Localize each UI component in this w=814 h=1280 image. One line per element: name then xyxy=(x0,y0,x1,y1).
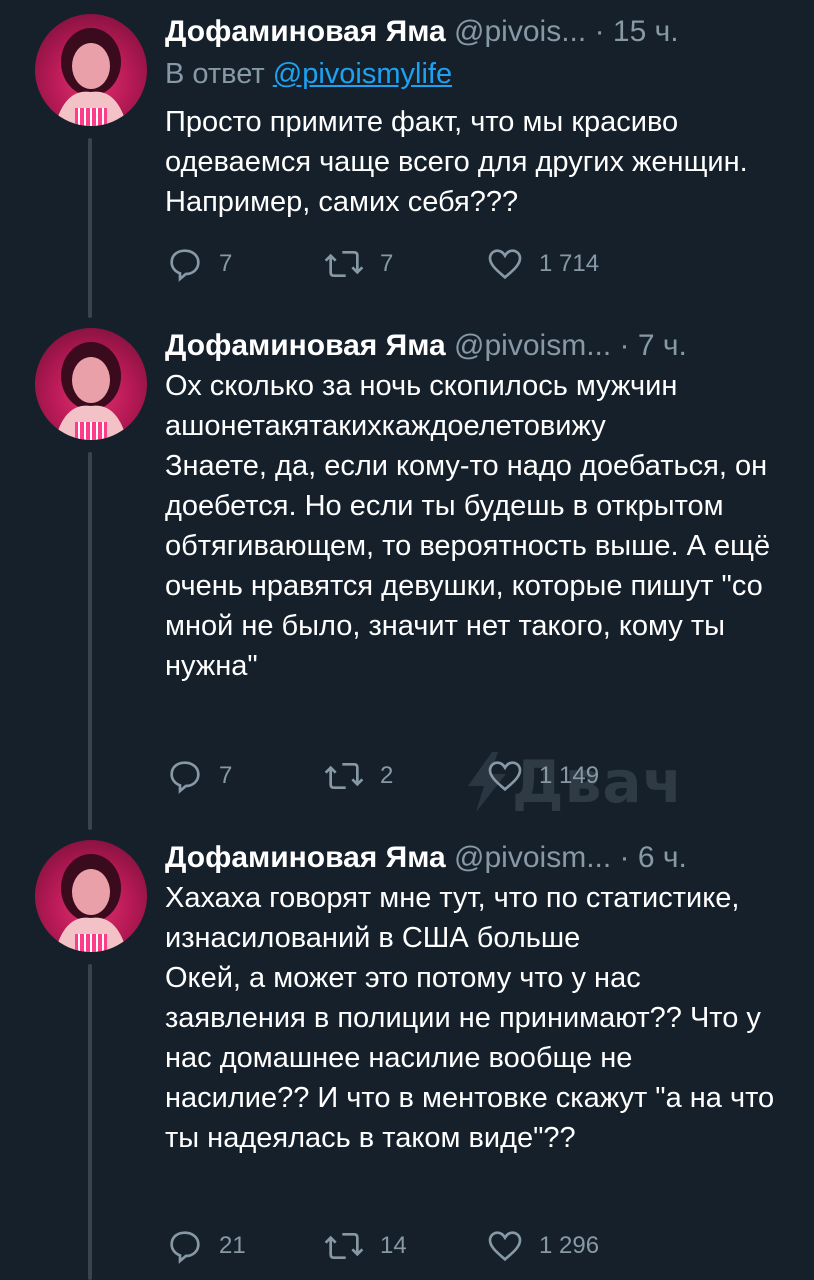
tweet-text: Просто примите факт, что мы красиво одев… xyxy=(165,106,748,218)
separator-dot: · xyxy=(619,841,630,874)
tweet-header: Дофаминовая Яма @pivoism... · 6 ч. xyxy=(165,840,784,876)
avatar[interactable] xyxy=(35,328,147,440)
display-name[interactable]: Дофаминовая Яма xyxy=(165,841,446,874)
user-handle[interactable]: @pivoism... xyxy=(454,329,611,362)
tweet-content: Дофаминовая Яма @pivois... · 15 ч. В отв… xyxy=(165,14,784,222)
reply-prefix: В ответ xyxy=(165,58,265,90)
retweet-icon xyxy=(324,1233,364,1259)
like-count: 1 714 xyxy=(539,250,600,277)
tweet-actions: 21 14 1 296 xyxy=(165,1226,765,1266)
reply-icon xyxy=(170,1231,200,1264)
separator-dot: · xyxy=(619,329,630,362)
retweet-icon xyxy=(324,251,364,277)
retweet-count: 14 xyxy=(380,1232,407,1259)
reply-icon xyxy=(170,761,200,794)
user-handle[interactable]: @pivoism... xyxy=(454,841,611,874)
retweet-button[interactable]: 2 xyxy=(322,756,393,796)
like-button[interactable]: 1 714 xyxy=(485,244,599,284)
thread-line xyxy=(88,964,92,1280)
like-count: 1 296 xyxy=(539,1232,600,1259)
tweet-header: Дофаминовая Яма @pivois... · 15 ч. xyxy=(165,14,784,50)
reply-button[interactable]: 7 xyxy=(165,756,232,796)
avatar[interactable] xyxy=(35,840,147,952)
thread-line xyxy=(88,452,92,830)
reply-icon xyxy=(170,249,200,282)
tweet-actions: 7 7 1 714 xyxy=(165,244,765,284)
like-button[interactable]: 1 296 xyxy=(485,1226,599,1266)
display-name[interactable]: Дофаминовая Яма xyxy=(165,15,446,48)
tweet-header: Дофаминовая Яма @pivoism... · 7 ч. xyxy=(165,328,784,364)
reply-count: 7 xyxy=(219,250,233,277)
thread-line xyxy=(88,138,92,318)
timestamp[interactable]: 7 ч. xyxy=(638,329,687,362)
display-name[interactable]: Дофаминовая Яма xyxy=(165,329,446,362)
retweet-button[interactable]: 7 xyxy=(322,244,393,284)
reply-button[interactable]: 21 xyxy=(165,1226,246,1266)
avatar[interactable] xyxy=(35,14,147,126)
tweet-content: Дофаминовая Яма @pivoism... · 7 ч. Ох ск… xyxy=(165,328,784,686)
tweet-text: Хахаха говорят мне тут, что по статистик… xyxy=(165,882,775,1154)
tweet-content: Дофаминовая Яма @pivoism... · 6 ч. Хахах… xyxy=(165,840,784,1158)
reply-to-link[interactable]: @pivoismylife xyxy=(273,58,452,90)
tweet-text: Ох сколько за ночь скопилось мужчин ашон… xyxy=(165,370,771,682)
tweet-thread: Дофаминовая Яма @pivois... · 15 ч. В отв… xyxy=(0,0,814,1280)
watermark: Двач xyxy=(512,748,684,816)
timestamp[interactable]: 6 ч. xyxy=(638,841,687,874)
retweet-count: 7 xyxy=(380,250,394,277)
heart-icon xyxy=(488,1231,522,1262)
retweet-icon xyxy=(324,763,364,789)
user-handle[interactable]: @pivois... xyxy=(454,15,586,48)
retweet-count: 2 xyxy=(380,762,394,789)
reply-context: В ответ @pivoismylife xyxy=(165,56,784,92)
heart-icon xyxy=(488,249,522,280)
reply-count: 21 xyxy=(219,1232,246,1259)
timestamp[interactable]: 15 ч. xyxy=(613,15,679,48)
watermark-bolt-icon xyxy=(468,752,506,812)
reply-count: 7 xyxy=(219,762,233,789)
retweet-button[interactable]: 14 xyxy=(322,1226,407,1266)
separator-dot: · xyxy=(594,15,605,48)
reply-button[interactable]: 7 xyxy=(165,244,232,284)
